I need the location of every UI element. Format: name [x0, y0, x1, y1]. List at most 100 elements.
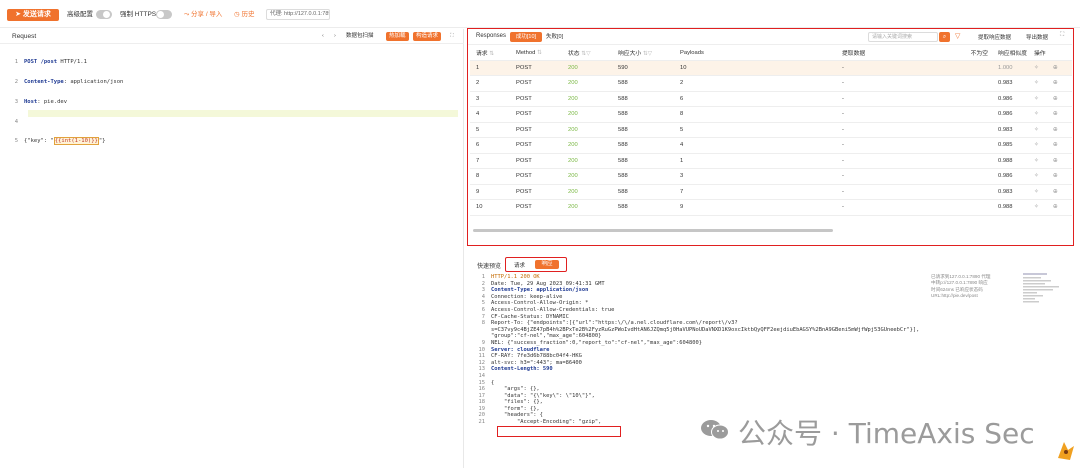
cell-request: 4: [470, 106, 510, 123]
prev-arrow-icon[interactable]: ‹: [322, 32, 324, 41]
view-detail-icon[interactable]: ⊕: [1053, 158, 1058, 164]
table-row[interactable]: 6 POST 200 588 4-0.985 ✧ ⊕: [470, 137, 1072, 154]
col-extract[interactable]: 提取数据: [836, 46, 954, 61]
cell-request: 1: [470, 60, 510, 76]
highlight-icon[interactable]: ✧: [1034, 127, 1039, 133]
table-row[interactable]: 2 POST 200 588 2-0.983 ✧ ⊕: [470, 75, 1072, 92]
search-icon[interactable]: ⌕: [939, 32, 950, 42]
view-detail-icon[interactable]: ⊕: [1053, 204, 1058, 210]
cell-similarity: 0.988: [992, 199, 1028, 216]
view-detail-icon[interactable]: ⊕: [1053, 111, 1058, 117]
next-arrow-icon[interactable]: ›: [334, 32, 336, 41]
view-detail-icon[interactable]: ⊕: [1053, 142, 1058, 148]
col-status[interactable]: 状态 ⇅▽: [562, 46, 612, 61]
request-header: Request ‹ › 数据包扫描 热加载 构造请求 ⛶: [0, 29, 464, 44]
history-link[interactable]: ◷ 历史: [234, 9, 254, 21]
highlight-icon[interactable]: ✧: [1034, 80, 1039, 86]
cell-status: 200: [562, 153, 612, 169]
advanced-config-toggle[interactable]: [96, 10, 112, 19]
col-similarity[interactable]: 响应相似度: [992, 46, 1028, 61]
expand-icon[interactable]: ⛶: [450, 32, 454, 41]
cell-extract: -: [836, 199, 954, 216]
code-minimap[interactable]: [1023, 273, 1061, 313]
request-editor[interactable]: 1 POST /post HTTP/1.1 2 Content-Type: appl…: [0, 46, 123, 158]
highlight-icon[interactable]: ✧: [1034, 189, 1039, 195]
cell-actions: ✧ ⊕: [1028, 184, 1072, 200]
highlight-icon[interactable]: ✧: [1034, 173, 1039, 179]
cell-similarity: 0.983: [992, 75, 1028, 92]
cell-actions: ✧ ⊕: [1028, 60, 1072, 76]
view-detail-icon[interactable]: ⊕: [1053, 80, 1058, 86]
construct-request-button[interactable]: 构造请求: [413, 32, 442, 41]
highlight-icon[interactable]: ✧: [1034, 111, 1039, 117]
filter-icon[interactable]: ▽: [955, 32, 960, 40]
request-title: Request: [12, 33, 37, 40]
cell-size: 588: [612, 91, 674, 107]
hotload-button[interactable]: 热加载: [386, 32, 409, 41]
code-line: 5 {"key": "{{int(1-10)}}"}: [14, 137, 106, 146]
cell-extract: -: [836, 122, 954, 138]
share-import-link[interactable]: ⤳ 分享 / 导入: [184, 9, 222, 21]
view-detail-icon[interactable]: ⊕: [1053, 96, 1058, 102]
tab-fail[interactable]: 失败[0]: [546, 32, 563, 42]
cell-request: 5: [470, 122, 510, 138]
expand-icon[interactable]: ⛶: [1060, 32, 1064, 39]
cell-method: POST: [510, 106, 562, 123]
cell-payload: 4: [674, 137, 836, 154]
cell-not-empty: [954, 91, 992, 107]
response-viewer[interactable]: 1 HTTP/1.1 200 OK 2 Date: Tue, 29 Aug 2023 …: [471, 274, 920, 426]
tab-response[interactable]: 响应: [535, 260, 559, 269]
export-data-button[interactable]: 导出数据: [1026, 33, 1048, 41]
force-https-toggle[interactable]: [156, 10, 172, 19]
send-icon: ➤: [15, 11, 23, 18]
cell-method: POST: [510, 122, 562, 138]
table-row[interactable]: 5 POST 200 588 5-0.983 ✧ ⊕: [470, 122, 1072, 138]
search-input[interactable]: 请输入关键词搜索: [868, 32, 938, 42]
responses-panel: Responses 成功[10] 失败[0] 请输入关键词搜索 ⌕ ▽ 提取响应…: [467, 28, 1074, 246]
view-detail-icon[interactable]: ⊕: [1053, 173, 1058, 179]
highlight-icon[interactable]: ✧: [1034, 142, 1039, 148]
table-row[interactable]: 1 POST 200 590 10-1.000 ✧ ⊕: [470, 60, 1072, 76]
code-line: 7 CF-Cache-Status: DYNAMIC: [481, 313, 569, 320]
view-detail-icon[interactable]: ⊕: [1053, 65, 1058, 71]
table-row[interactable]: 9 POST 200 588 7-0.983 ✧ ⊕: [470, 184, 1072, 200]
cell-size: 588: [612, 106, 674, 123]
extract-response-button[interactable]: 提取响应数据: [978, 33, 1011, 41]
cell-payload: 6: [674, 91, 836, 107]
col-payloads[interactable]: Payloads: [674, 46, 836, 61]
table-row[interactable]: 7 POST 200 588 1-0.988 ✧ ⊕: [470, 153, 1072, 169]
tab-request[interactable]: 请求: [514, 261, 525, 269]
highlight-icon[interactable]: ✧: [1034, 158, 1039, 164]
table-row[interactable]: 3 POST 200 588 6-0.986 ✧ ⊕: [470, 91, 1072, 107]
code-line: 18 "files": {},: [478, 399, 543, 406]
watermark-text: 公众号 · TimeAxis Sec: [738, 417, 1035, 450]
highlight-icon[interactable]: ✧: [1034, 65, 1039, 71]
cell-request: 3: [470, 91, 510, 107]
code-line: 3 Content-Type: application/json: [481, 287, 589, 294]
col-request[interactable]: 请求 ⇅: [470, 46, 510, 61]
tab-success[interactable]: 成功[10]: [510, 32, 542, 42]
cell-status: 200: [562, 122, 612, 138]
horizontal-scrollbar[interactable]: [473, 229, 833, 232]
cell-method: POST: [510, 184, 562, 200]
col-size[interactable]: 响应大小 ⇅▽: [612, 46, 674, 61]
code-line: 1 POST /post HTTP/1.1: [14, 59, 87, 66]
data-field-highlight: [497, 426, 621, 437]
table-row[interactable]: 10 POST 200 588 9-0.988 ✧ ⊕: [470, 199, 1072, 216]
cell-size: 588: [612, 184, 674, 200]
highlight-icon[interactable]: ✧: [1034, 204, 1039, 210]
table-row[interactable]: 4 POST 200 588 8-0.986 ✧ ⊕: [470, 106, 1072, 123]
col-not-empty[interactable]: 不为空: [954, 46, 992, 61]
table-row[interactable]: 8 POST 200 588 3-0.986 ✧ ⊕: [470, 168, 1072, 185]
send-request-button[interactable]: ➤ 发送请求: [7, 9, 59, 21]
view-detail-icon[interactable]: ⊕: [1053, 189, 1058, 195]
packet-scan-button[interactable]: 数据包扫描: [346, 32, 374, 41]
code-line: 15{: [478, 379, 495, 386]
cell-payload: 9: [674, 199, 836, 216]
cell-extract: -: [836, 153, 954, 169]
cell-extract: -: [836, 60, 954, 76]
cell-payload: 10: [674, 60, 836, 76]
view-detail-icon[interactable]: ⊕: [1053, 127, 1058, 133]
col-method[interactable]: Method ⇅: [510, 46, 562, 61]
highlight-icon[interactable]: ✧: [1034, 96, 1039, 102]
